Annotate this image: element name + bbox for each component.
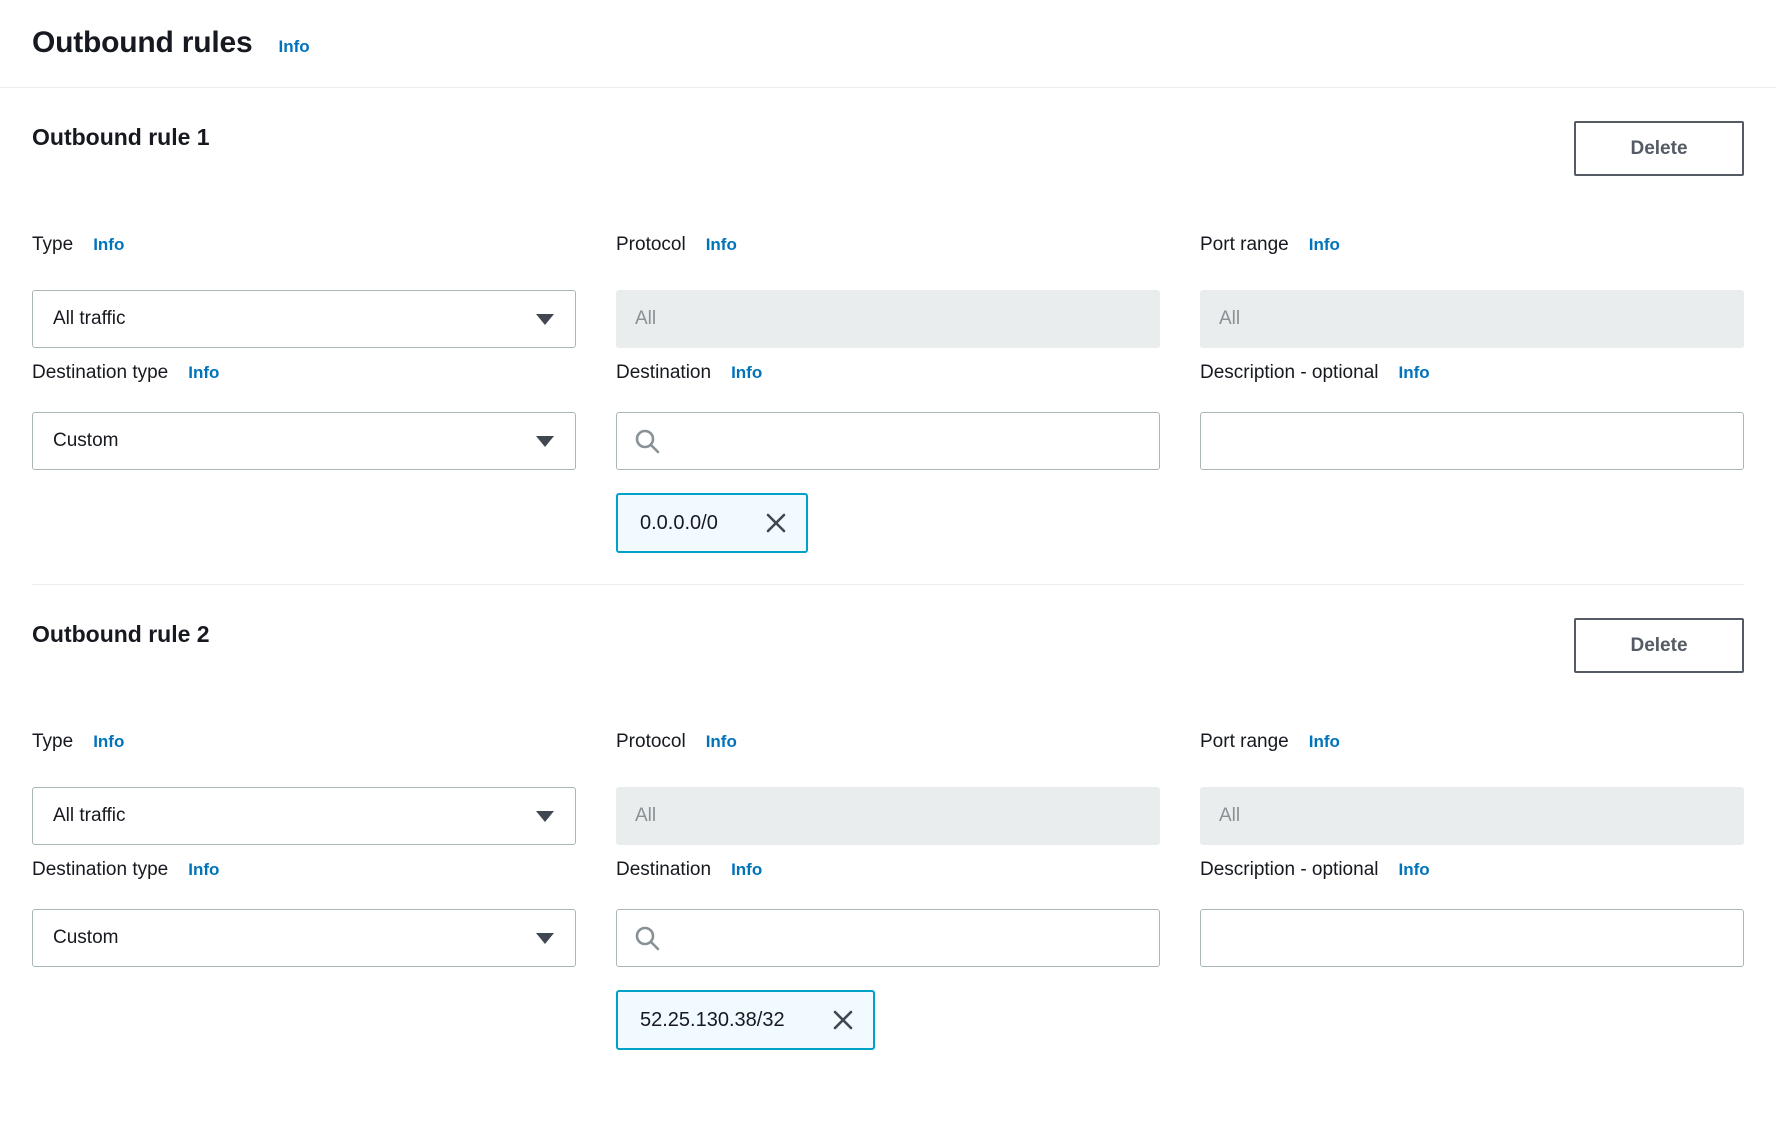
- rule-2-description-cell: Description - optional Info: [1200, 859, 1744, 967]
- destination-search-input[interactable]: [616, 909, 1160, 967]
- rule-1-port-range-cell: Port range Info: [1200, 234, 1744, 348]
- destination-info-link[interactable]: Info: [731, 363, 762, 383]
- protocol-label: Protocol: [616, 731, 686, 753]
- type-select-value: All traffic: [53, 805, 126, 827]
- rule-2-destination-type-cell: Destination type Info Custom: [32, 859, 576, 967]
- cidr-chip: 0.0.0.0/0: [616, 493, 808, 553]
- destination-info-link[interactable]: Info: [731, 860, 762, 880]
- port-range-field: [1200, 787, 1744, 845]
- rule-2-grid: Type Info All traffic Protocol Info: [32, 731, 1744, 1050]
- destination-label: Destination: [616, 859, 711, 881]
- rule-2-port-range-cell: Port range Info: [1200, 731, 1744, 845]
- rule-divider: [32, 584, 1744, 585]
- rule-1-type-cell: Type Info All traffic: [32, 234, 576, 348]
- type-label: Type: [32, 234, 73, 256]
- destination-search-input[interactable]: [616, 412, 1160, 470]
- rule-2-destination-cell: Destination Info: [616, 859, 1160, 967]
- description-label: Description - optional: [1200, 859, 1378, 881]
- rule-2-delete-button[interactable]: Delete: [1574, 618, 1744, 673]
- type-select[interactable]: All traffic: [32, 290, 576, 348]
- description-input[interactable]: [1200, 909, 1744, 967]
- page-title: Outbound rules: [32, 26, 253, 60]
- protocol-label: Protocol: [616, 234, 686, 256]
- outbound-rules-body: Outbound rule 1 Delete Type Info All tra…: [0, 121, 1776, 1050]
- protocol-field: [616, 290, 1160, 348]
- rule-1-delete-button[interactable]: Delete: [1574, 121, 1744, 176]
- destination-type-select-value: Custom: [53, 430, 118, 452]
- port-range-label: Port range: [1200, 731, 1289, 753]
- description-info-link[interactable]: Info: [1398, 860, 1429, 880]
- rule-2-title: Outbound rule 2: [32, 618, 210, 648]
- type-info-link[interactable]: Info: [93, 235, 124, 255]
- destination-type-select[interactable]: Custom: [32, 909, 576, 967]
- rule-2-type-cell: Type Info All traffic: [32, 731, 576, 845]
- port-range-info-link[interactable]: Info: [1309, 732, 1340, 752]
- close-icon[interactable]: [764, 511, 788, 535]
- caret-down-icon: [536, 811, 554, 822]
- cidr-chip-value: 52.25.130.38/32: [640, 1009, 785, 1032]
- rule-2-protocol-cell: Protocol Info: [616, 731, 1160, 845]
- type-select[interactable]: All traffic: [32, 787, 576, 845]
- description-input[interactable]: [1200, 412, 1744, 470]
- rule-1-header: Outbound rule 1 Delete: [32, 121, 1744, 176]
- description-info-link[interactable]: Info: [1398, 363, 1429, 383]
- rule-1-protocol-cell: Protocol Info: [616, 234, 1160, 348]
- description-label: Description - optional: [1200, 362, 1378, 384]
- type-select-value: All traffic: [53, 308, 126, 330]
- rule-2-cidr-cell: 52.25.130.38/32: [616, 990, 1160, 1050]
- destination-type-label: Destination type: [32, 362, 168, 384]
- caret-down-icon: [536, 933, 554, 944]
- outbound-rule-2-section: Outbound rule 2 Delete Type Info All tra…: [32, 618, 1744, 1050]
- destination-type-select-value: Custom: [53, 927, 118, 949]
- outbound-rules-header: Outbound rules Info: [0, 0, 1776, 88]
- type-info-link[interactable]: Info: [93, 732, 124, 752]
- destination-type-info-link[interactable]: Info: [188, 363, 219, 383]
- rule-1-grid: Type Info All traffic Protocol Info: [32, 234, 1744, 553]
- rule-1-description-cell: Description - optional Info: [1200, 362, 1744, 470]
- rule-1-cidr-cell: 0.0.0.0/0: [616, 493, 1160, 553]
- close-icon[interactable]: [831, 1008, 855, 1032]
- rule-1-destination-type-cell: Destination type Info Custom: [32, 362, 576, 470]
- rule-1-title: Outbound rule 1: [32, 121, 210, 151]
- port-range-label: Port range: [1200, 234, 1289, 256]
- protocol-info-link[interactable]: Info: [706, 732, 737, 752]
- outbound-rule-1-section: Outbound rule 1 Delete Type Info All tra…: [32, 121, 1744, 585]
- port-range-field: [1200, 290, 1744, 348]
- rule-1-destination-cell: Destination Info: [616, 362, 1160, 470]
- protocol-info-link[interactable]: Info: [706, 235, 737, 255]
- type-label: Type: [32, 731, 73, 753]
- caret-down-icon: [536, 436, 554, 447]
- protocol-field: [616, 787, 1160, 845]
- cidr-chip: 52.25.130.38/32: [616, 990, 875, 1050]
- destination-label: Destination: [616, 362, 711, 384]
- port-range-info-link[interactable]: Info: [1309, 235, 1340, 255]
- rule-2-header: Outbound rule 2 Delete: [32, 618, 1744, 673]
- caret-down-icon: [536, 314, 554, 325]
- destination-type-select[interactable]: Custom: [32, 412, 576, 470]
- cidr-chip-value: 0.0.0.0/0: [640, 512, 718, 535]
- destination-type-info-link[interactable]: Info: [188, 860, 219, 880]
- outbound-rules-info-link[interactable]: Info: [279, 37, 310, 57]
- destination-type-label: Destination type: [32, 859, 168, 881]
